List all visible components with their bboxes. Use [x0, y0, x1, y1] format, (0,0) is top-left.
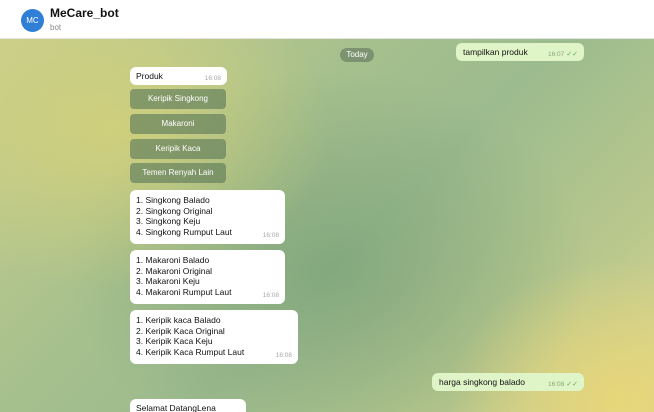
date-badge: Today: [340, 48, 374, 62]
message-line: 4. Keripik Kaca Rumput Laut: [136, 346, 245, 357]
message-line: 3. Keripik Kaca Keju: [136, 336, 213, 346]
incoming-message[interactable]: 1. Singkong Balado 2. Singkong Original …: [130, 190, 285, 244]
chat-subtitle: bot: [50, 23, 62, 32]
message-time: 16:07 ✓✓: [547, 51, 578, 58]
message-time: 16:08: [204, 75, 221, 82]
incoming-message[interactable]: Produk 16:08: [130, 67, 227, 85]
message-time: 16:08 ✓✓: [547, 381, 578, 388]
incoming-message[interactable]: 1. Makaroni Balado 2. Makaroni Original …: [130, 250, 285, 304]
message-list[interactable]: Today tampilkan produk 16:07 ✓✓ Produk 16…: [0, 39, 654, 412]
double-check-icon: ✓✓: [566, 51, 578, 58]
double-check-icon: ✓✓: [566, 381, 578, 388]
keyboard-button-keripik-kaca[interactable]: Keripik Kaca: [130, 139, 226, 159]
outgoing-message[interactable]: harga singkong balado 16:08 ✓✓: [432, 373, 584, 391]
message-time: 16:08: [262, 291, 279, 299]
outgoing-message[interactable]: tampilkan produk 16:07 ✓✓: [456, 43, 584, 61]
incoming-message[interactable]: 1. Keripik kaca Balado 2. Keripik Kaca O…: [130, 310, 298, 364]
message-line: 2. Singkong Original: [136, 205, 213, 216]
chat-header: MC MeCare_bot bot: [0, 0, 654, 39]
message-line: 1. Singkong Balado: [136, 195, 210, 205]
chat-title[interactable]: MeCare_bot: [50, 6, 119, 20]
message-line: 3. Singkong Keju: [136, 216, 201, 226]
message-line: 1. Keripik kaca Balado: [136, 315, 221, 325]
message-line: 2. Makaroni Original: [136, 265, 213, 276]
incoming-message[interactable]: Selamat DatangLena: [130, 399, 246, 412]
message-time: 16:08: [275, 351, 292, 359]
message-line: 4. Makaroni Rumput Laut: [136, 286, 232, 297]
bot-avatar[interactable]: MC: [21, 9, 44, 32]
message-line: 2. Keripik Kaca Original: [136, 325, 225, 336]
keyboard-button-makaroni[interactable]: Makaroni: [130, 114, 226, 134]
message-text: tampilkan produk: [463, 47, 528, 57]
keyboard-button-temen-renyah-lain[interactable]: Temen Renyah Lain: [130, 163, 226, 183]
message-line: 1. Makaroni Balado: [136, 255, 210, 265]
message-text: harga singkong balado: [439, 377, 526, 387]
message-line: 3. Makaroni Keju: [136, 276, 200, 286]
message-text: Selamat DatangLena: [136, 403, 216, 412]
message-line: 4. Singkong Rumput Laut: [136, 226, 232, 237]
keyboard-button-keripik-singkong[interactable]: Keripik Singkong: [130, 89, 226, 109]
message-text: Produk: [136, 71, 163, 81]
message-time: 16:08: [262, 231, 279, 239]
